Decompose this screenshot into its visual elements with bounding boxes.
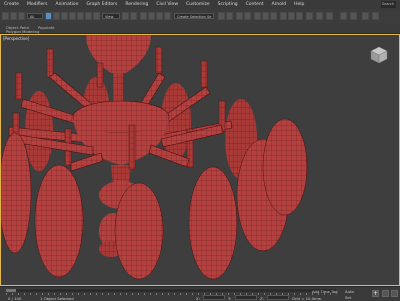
main-toolbar: All View Create Selection Se: [0, 10, 400, 24]
menu-civil-view[interactable]: Civil View: [152, 0, 182, 10]
post-5: [200, 60, 208, 88]
window-crossing-icon[interactable]: [69, 12, 76, 20]
x-label: X:: [196, 296, 200, 301]
named-selection-dropdown[interactable]: Create Selection Se: [174, 13, 214, 19]
render-cloud-icon[interactable]: [316, 12, 323, 20]
curve-editor-icon[interactable]: [254, 12, 261, 20]
layer-explorer-icon[interactable]: [236, 12, 243, 20]
time-slider[interactable]: [6, 289, 336, 292]
y-label: Y:: [228, 296, 232, 301]
undo-icon[interactable]: [2, 12, 9, 20]
crown-top: [86, 35, 151, 73]
time-slider-thumb[interactable]: [6, 289, 16, 292]
perspective-viewport[interactable]: [Perspective]: [0, 34, 400, 286]
object-count: 1 Object Selected: [40, 296, 74, 301]
search-button[interactable]: Search: [381, 1, 396, 8]
menu-modifiers[interactable]: Modifiers: [23, 0, 52, 10]
arm-front-2: [70, 152, 104, 172]
ribbon: Object Paint Populate Polygon Modeling: [0, 23, 400, 34]
select-by-name-icon[interactable]: [53, 12, 60, 20]
toggle-ribbon-icon[interactable]: [244, 12, 251, 20]
angle-snap-icon[interactable]: [148, 12, 155, 20]
menu-scripting[interactable]: Scripting: [214, 0, 242, 10]
key-filters-icon[interactable]: [382, 290, 389, 297]
rotate-icon[interactable]: [85, 12, 92, 20]
spinner-snap-icon[interactable]: [164, 12, 171, 20]
move-icon[interactable]: [77, 12, 84, 20]
drop-front-2: [34, 164, 84, 278]
menu-help[interactable]: Help: [290, 0, 308, 10]
project-folder-icon[interactable]: [372, 12, 379, 20]
reference-coordinate-dropdown[interactable]: View: [102, 13, 120, 19]
set-key-button[interactable]: Set: [345, 295, 351, 300]
open-project-icon[interactable]: [362, 12, 369, 20]
rendered-frame-icon[interactable]: [288, 12, 295, 20]
material-editor-icon[interactable]: [270, 12, 277, 20]
menu-animation[interactable]: Animation: [52, 0, 83, 10]
z-label: Z:: [260, 296, 264, 301]
auto-key-button[interactable]: Auto: [345, 289, 354, 294]
drop-front-1: [1, 132, 32, 254]
render-icon[interactable]: [296, 12, 303, 20]
menu-graph-editors[interactable]: Graph Editors: [82, 0, 121, 10]
x-coordinate-field[interactable]: [203, 295, 225, 300]
y-coordinate-field[interactable]: [235, 295, 257, 300]
render-setup-icon[interactable]: [280, 12, 287, 20]
drop-front-4: [188, 166, 238, 280]
z-coordinate-field[interactable]: [267, 295, 289, 300]
orbit-icon[interactable]: [391, 290, 398, 297]
arnold-render-icon[interactable]: [340, 12, 347, 20]
pivot-icon[interactable]: [122, 12, 129, 20]
post-1: [15, 72, 23, 100]
add-key-icon[interactable]: +: [372, 290, 379, 297]
grid-label: Grid = 10.0mm: [292, 296, 322, 301]
rectangle-select-icon[interactable]: [61, 12, 68, 20]
drop-front-6: [262, 118, 308, 216]
menu-bar: Create Modifiers Animation Graph Editors…: [0, 0, 400, 10]
select-object-icon[interactable]: [45, 12, 52, 20]
post-3: [96, 62, 104, 88]
link-icon[interactable]: [18, 12, 25, 20]
selection-info: 0 / 100: [8, 296, 22, 301]
schematic-view-icon[interactable]: [262, 12, 269, 20]
redo-icon[interactable]: [10, 12, 17, 20]
a360-icon[interactable]: [326, 12, 333, 20]
snap-toggle-icon[interactable]: [140, 12, 147, 20]
menu-rendering[interactable]: Rendering: [121, 0, 152, 10]
mirror-icon[interactable]: [218, 12, 225, 20]
chandelier-model[interactable]: [1, 35, 400, 286]
menu-arnold[interactable]: Arnold: [268, 0, 291, 10]
selection-filter-dropdown[interactable]: All: [27, 13, 43, 19]
tab-populate[interactable]: Populate: [38, 24, 55, 32]
align-icon[interactable]: [226, 12, 233, 20]
post-8: [128, 124, 136, 170]
menu-customize[interactable]: Customize: [182, 0, 214, 10]
viewcube-icon[interactable]: [369, 45, 389, 65]
percent-snap-icon[interactable]: [156, 12, 163, 20]
arnold-ipr-icon[interactable]: [350, 12, 357, 20]
post-2: [46, 48, 54, 78]
add-time-tag-button[interactable]: Add Time Tag: [312, 289, 337, 294]
drop-front-3: [114, 182, 164, 280]
status-bar: 0 / 100 1 Object Selected X: Y: Z: Grid …: [0, 286, 400, 301]
menu-create[interactable]: Create: [0, 0, 23, 10]
render-iterative-icon[interactable]: [306, 12, 313, 20]
manipulate-icon[interactable]: [130, 12, 137, 20]
post-4: [155, 46, 163, 74]
scale-icon[interactable]: [93, 12, 100, 20]
menu-content[interactable]: Content: [242, 0, 268, 10]
